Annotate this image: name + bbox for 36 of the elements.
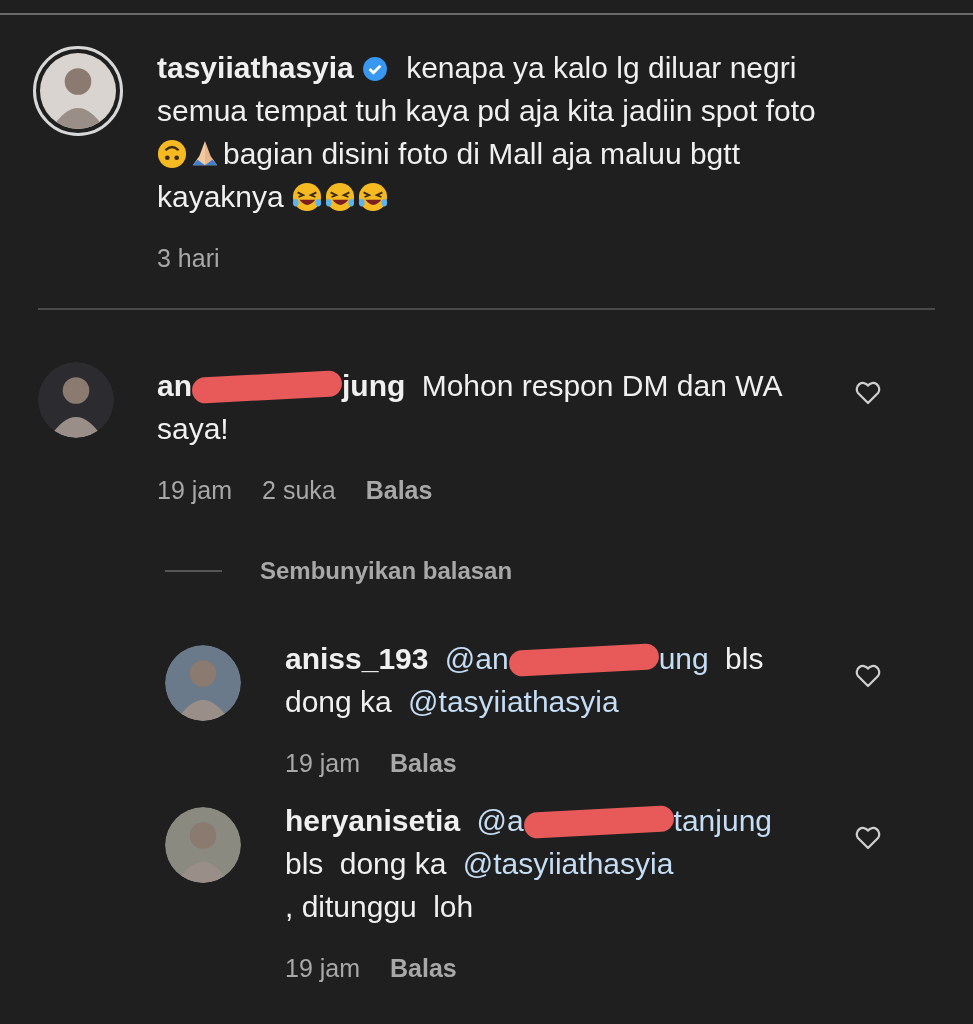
like-count: 2 suka bbox=[262, 474, 336, 506]
reply-link[interactable]: Balas bbox=[365, 471, 433, 509]
comment-text: bagian disini foto di Mall aja maluu bgtt bbox=[223, 137, 740, 170]
timestamp: 19 jam bbox=[285, 748, 361, 779]
timestamp: 19 jam bbox=[285, 952, 361, 984]
reply-link[interactable]: Balas bbox=[390, 949, 457, 987]
username: jung bbox=[342, 368, 406, 402]
mention-link[interactable]: @an bbox=[444, 642, 509, 675]
comment-text: bls bbox=[285, 846, 324, 880]
comment-text: kenapa ya kalo lg diluar negri bbox=[406, 51, 797, 84]
comment-text: dong ka bbox=[285, 685, 392, 718]
comment-text: Mohon respon DM dan WA bbox=[421, 368, 783, 402]
username: tasyiiathasyia bbox=[157, 51, 354, 84]
comment-text: saya! bbox=[157, 411, 229, 445]
comment-text: dong ka bbox=[339, 846, 447, 880]
comment-text: bls bbox=[725, 642, 764, 675]
timestamp: 3 hari bbox=[157, 243, 221, 274]
username: heryanisetia bbox=[285, 803, 461, 837]
username: aniss_193 bbox=[285, 642, 429, 675]
mention-link[interactable]: tanjung bbox=[673, 803, 772, 837]
comment-text: loh bbox=[433, 889, 474, 923]
reply-link[interactable]: Balas bbox=[390, 745, 457, 783]
comment-text: semua tempat tuh kaya pd aja kita jadiin spot foto bbox=[157, 94, 816, 127]
mention-link[interactable]: @tasyiiathasyia bbox=[408, 685, 619, 718]
hide-replies-link[interactable]: Sembunyikan balasan bbox=[260, 553, 513, 589]
laughing-face-icon bbox=[324, 182, 355, 212]
laughing-face-icon bbox=[291, 182, 322, 212]
comment-text: , ditunggu bbox=[285, 889, 417, 923]
mention-link[interactable]: ung bbox=[658, 642, 709, 675]
laughing-face-icon bbox=[357, 182, 388, 212]
comment-text: kayaknya bbox=[157, 180, 284, 213]
mention-link[interactable]: @a bbox=[476, 803, 524, 837]
mention-link[interactable]: @tasyiiathasyia bbox=[462, 846, 674, 880]
username: an bbox=[157, 368, 192, 402]
timestamp: 19 jam bbox=[157, 474, 233, 506]
upside-down-face-icon bbox=[157, 139, 187, 169]
